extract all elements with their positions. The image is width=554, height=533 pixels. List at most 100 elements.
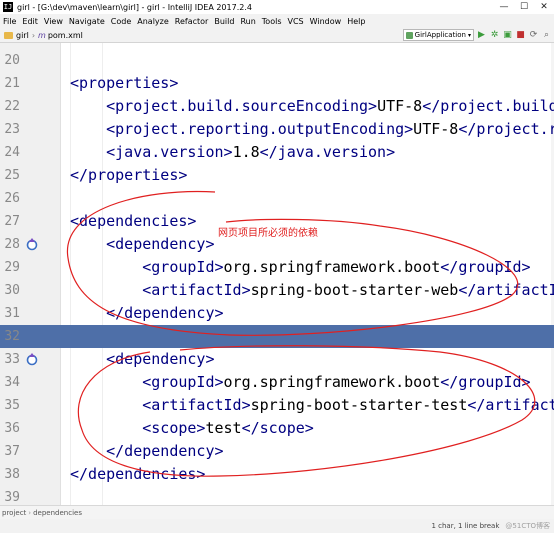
xml-close-tag: </java.version> bbox=[259, 143, 396, 161]
code-line[interactable]: 38 </dependencies> bbox=[0, 463, 554, 486]
line-number: 35 bbox=[4, 398, 20, 413]
code-text: <project.reporting.outputEncoding>UTF-8<… bbox=[70, 120, 554, 138]
maven-file-icon: m bbox=[38, 30, 46, 40]
xml-open-tag: <groupId> bbox=[142, 258, 224, 276]
line-number: 34 bbox=[4, 375, 20, 390]
navigation-bar: girl › m pom.xml GirlApplication ▾ ▶ ✲ ▣… bbox=[0, 28, 554, 43]
debug-icon[interactable]: ✲ bbox=[489, 30, 500, 41]
search-icon[interactable]: ⌕ bbox=[541, 30, 552, 41]
xml-value: UTF-8 bbox=[377, 97, 423, 115]
caret-position[interactable]: 1 char, 1 line break bbox=[431, 522, 499, 530]
xml-open-tag: <project.build.sourceEncoding> bbox=[106, 97, 378, 115]
menu-edit[interactable]: Edit bbox=[19, 17, 41, 26]
folder-icon bbox=[4, 31, 13, 39]
xml-value: org.springframework.boot bbox=[223, 373, 441, 391]
code-line[interactable]: 39 bbox=[0, 486, 554, 505]
line-number: 25 bbox=[4, 168, 20, 183]
xml-open-tag: <dependency> bbox=[106, 350, 215, 368]
code-line[interactable]: 20 bbox=[0, 49, 554, 72]
line-number: 21 bbox=[4, 76, 20, 91]
menu-window[interactable]: Window bbox=[307, 17, 345, 26]
code-line[interactable]: 35 <artifactId>spring-boot-starter-test<… bbox=[0, 394, 554, 417]
code-text: <groupId>org.springframework.boot</group… bbox=[70, 258, 530, 276]
nav-project[interactable]: girl bbox=[16, 31, 29, 40]
implementation-gutter-icon[interactable] bbox=[25, 352, 39, 366]
run-config-select[interactable]: GirlApplication ▾ bbox=[402, 29, 474, 41]
chevron-down-icon: ▾ bbox=[467, 31, 471, 39]
menu-build[interactable]: Build bbox=[211, 17, 237, 26]
status-right: 1 char, 1 line break @51CTO博客 bbox=[431, 521, 554, 531]
code-text: </properties> bbox=[70, 166, 187, 184]
title-bar: IJ girl - [G:\dev\maven\learn\girl] - gi… bbox=[0, 0, 554, 15]
xml-value: test bbox=[205, 419, 242, 437]
code-text: <project.build.sourceEncoding>UTF-8</pro… bbox=[70, 97, 554, 115]
xml-close-tag: </project.build.source bbox=[422, 97, 554, 115]
run-icon[interactable]: ▶ bbox=[476, 30, 487, 41]
code-line[interactable]: 22 <project.build.sourceEncoding>UTF-8</… bbox=[0, 95, 554, 118]
status-bar: 1 char, 1 line break @51CTO博客 bbox=[0, 519, 554, 533]
line-number: 37 bbox=[4, 444, 20, 459]
line-number: 29 bbox=[4, 260, 20, 275]
nav-file[interactable]: pom.xml bbox=[48, 31, 83, 40]
code-line[interactable]: 32 bbox=[0, 325, 554, 348]
code-line[interactable]: 23 <project.reporting.outputEncoding>UTF… bbox=[0, 118, 554, 141]
maximize-button[interactable]: ☐ bbox=[514, 0, 534, 14]
code-text: <dependency> bbox=[70, 350, 215, 368]
code-line[interactable]: 26 bbox=[0, 187, 554, 210]
menu-analyze[interactable]: Analyze bbox=[134, 17, 172, 26]
code-line[interactable]: 29 <groupId>org.springframework.boot</gr… bbox=[0, 256, 554, 279]
menu-tools[interactable]: Tools bbox=[259, 17, 285, 26]
line-number: 24 bbox=[4, 145, 20, 160]
code-line[interactable]: 37 </dependency> bbox=[0, 440, 554, 463]
xml-open-tag: <scope> bbox=[142, 419, 206, 437]
code-line[interactable]: 33 <dependency> bbox=[0, 348, 554, 371]
code-editor[interactable]: 20 21 <properties> 22 <project.build.source… bbox=[0, 43, 554, 505]
code-line[interactable]: 30 <artifactId>spring-boot-starter-web</… bbox=[0, 279, 554, 302]
coverage-icon[interactable]: ▣ bbox=[502, 30, 513, 41]
code-line[interactable]: 34 <groupId>org.springframework.boot</gr… bbox=[0, 371, 554, 394]
implementation-gutter-icon[interactable] bbox=[25, 237, 39, 251]
chevron-right-icon: › bbox=[31, 30, 36, 40]
code-line[interactable]: 36 <scope>test</scope> bbox=[0, 417, 554, 440]
xml-close-tag: </groupId> bbox=[440, 373, 531, 391]
menu-code[interactable]: Code bbox=[108, 17, 134, 26]
intellij-icon: IJ bbox=[3, 2, 13, 12]
code-line[interactable]: 31 </dependency> bbox=[0, 302, 554, 325]
breadcrumb-dependencies[interactable]: dependencies bbox=[31, 509, 84, 517]
line-number: 28 bbox=[4, 237, 20, 252]
run-config-label: GirlApplication bbox=[414, 31, 466, 39]
xml-value: spring-boot-starter-test bbox=[250, 396, 468, 414]
close-button[interactable]: ✕ bbox=[534, 0, 554, 14]
menu-run[interactable]: Run bbox=[237, 17, 258, 26]
code-text: </dependencies> bbox=[70, 465, 205, 483]
line-number: 30 bbox=[4, 283, 20, 298]
xml-value: 1.8 bbox=[232, 143, 260, 161]
code-text: <groupId>org.springframework.boot</group… bbox=[70, 373, 531, 391]
menu-vcs[interactable]: VCS bbox=[285, 17, 307, 26]
menu-help[interactable]: Help bbox=[344, 17, 368, 26]
menu-refactor[interactable]: Refactor bbox=[172, 17, 212, 26]
menu-view[interactable]: View bbox=[41, 17, 66, 26]
xml-open-tag: </dependencies> bbox=[70, 465, 206, 483]
breadcrumb-project[interactable]: project bbox=[0, 509, 28, 517]
menu-file[interactable]: File bbox=[0, 17, 19, 26]
menu-navigate[interactable]: Navigate bbox=[66, 17, 108, 26]
xml-open-tag: <artifactId> bbox=[142, 281, 251, 299]
code-line[interactable]: 24 <java.version>1.8</java.version> bbox=[0, 141, 554, 164]
xml-open-tag: </dependency> bbox=[106, 304, 224, 322]
code-text: <artifactId>spring-boot-starter-web</art… bbox=[70, 281, 554, 299]
code-line[interactable]: 21 <properties> bbox=[0, 72, 554, 95]
code-text: <dependency> bbox=[70, 235, 214, 253]
sync-icon[interactable]: ⟳ bbox=[528, 30, 539, 41]
stop-icon[interactable]: ■ bbox=[515, 30, 526, 41]
line-number: 22 bbox=[4, 99, 20, 114]
code-line[interactable]: 25 </properties> bbox=[0, 164, 554, 187]
minimize-button[interactable]: — bbox=[494, 0, 514, 14]
annotation-note: 网页项目所必须的依赖 bbox=[218, 228, 318, 239]
